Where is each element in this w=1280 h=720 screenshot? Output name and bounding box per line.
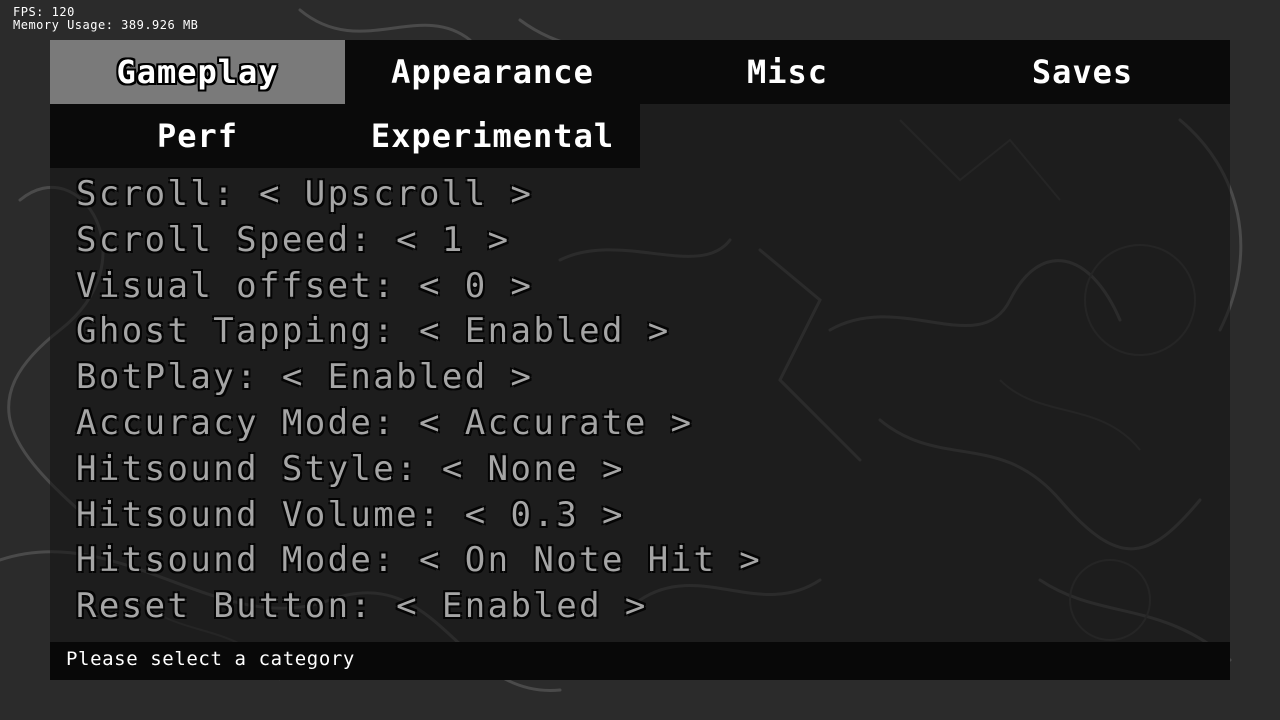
tab-gameplay[interactable]: Gameplay [50, 40, 345, 104]
game-screen: FPS: 120 Memory Usage: 389.926 MB Gamepl… [0, 0, 1280, 720]
tab-saves[interactable]: Saves [935, 40, 1230, 104]
tab-appearance[interactable]: Appearance [345, 40, 640, 104]
option-scroll[interactable]: Scroll: < Upscroll > [76, 172, 762, 218]
debug-overlay: FPS: 120 Memory Usage: 389.926 MB [13, 6, 198, 32]
option-hitsound-mode[interactable]: Hitsound Mode: < On Note Hit > [76, 538, 762, 584]
category-tabs-row-1: Gameplay Appearance Misc Saves [50, 40, 1230, 104]
category-tabs-row-2: Perf Experimental [50, 104, 640, 168]
memory-usage: Memory Usage: 389.926 MB [13, 18, 199, 32]
tab-experimental[interactable]: Experimental [345, 104, 640, 168]
status-message: Please select a category [66, 648, 355, 670]
tab-perf[interactable]: Perf [50, 104, 345, 168]
option-hitsound-volume[interactable]: Hitsound Volume: < 0.3 > [76, 493, 762, 539]
option-accuracy-mode[interactable]: Accuracy Mode: < Accurate > [76, 401, 762, 447]
option-ghost-tapping[interactable]: Ghost Tapping: < Enabled > [76, 309, 762, 355]
tab-misc[interactable]: Misc [640, 40, 935, 104]
option-botplay[interactable]: BotPlay: < Enabled > [76, 355, 762, 401]
option-scroll-speed[interactable]: Scroll Speed: < 1 > [76, 218, 762, 264]
option-visual-offset[interactable]: Visual offset: < 0 > [76, 264, 762, 310]
options-list: Scroll: < Upscroll > Scroll Speed: < 1 >… [76, 172, 762, 630]
status-bar: Please select a category [50, 642, 1230, 680]
option-reset-button[interactable]: Reset Button: < Enabled > [76, 584, 762, 630]
option-hitsound-style[interactable]: Hitsound Style: < None > [76, 447, 762, 493]
